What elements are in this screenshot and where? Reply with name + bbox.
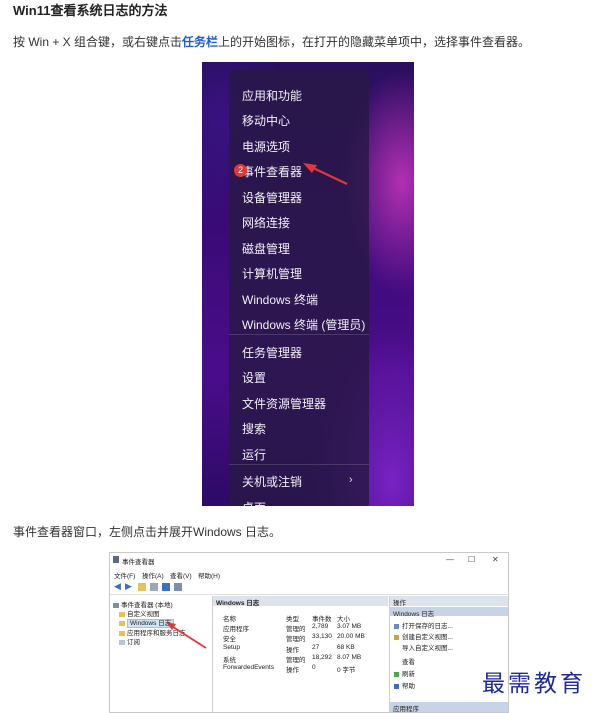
cell-name: 应用程序: [223, 626, 249, 633]
cell-size: 3.07 MB: [337, 623, 362, 630]
menu-view[interactable]: 查看(V): [170, 570, 192, 580]
pane-header: Windows 日志: [213, 596, 388, 607]
minimize-icon[interactable]: —: [446, 555, 454, 564]
navigation-tree: 事件查看器 (本地) 自定义视图 Windows 日志 应用程序和服务日志 订阅: [110, 596, 213, 712]
toolbar: ◀ ▶: [110, 580, 508, 595]
view-icon[interactable]: [174, 583, 182, 591]
cell-type: 管理的: [286, 657, 306, 664]
cell-size: 20.00 MB: [337, 633, 365, 640]
cell-count: 18,292: [312, 654, 332, 661]
instruction-paragraph-1: 按 Win + X 组合键，或右键点击任务栏上的开始图标，在打开的隐藏菜单项中，…: [13, 33, 530, 50]
cell-type: 管理的: [286, 636, 306, 643]
window-titlebar: 事件查看器 — ☐ ✕: [110, 553, 508, 567]
column-header-name[interactable]: 名称: [223, 613, 236, 623]
red-arrow-annotation: [303, 163, 348, 185]
action-label: 查看: [402, 659, 415, 666]
open-icon: [394, 623, 399, 629]
cell-size: 0 字节: [337, 667, 356, 674]
menu-bar: 文件(F) 操作(A) 查看(V) 帮助(H): [110, 568, 508, 580]
column-header-size[interactable]: 大小: [337, 613, 350, 623]
maximize-icon[interactable]: ☐: [468, 555, 475, 564]
cell-size: 68 KB: [337, 644, 355, 651]
window-title: 事件查看器: [122, 559, 155, 566]
cell-name: Setup: [223, 644, 240, 651]
winx-menu-screenshot: 应用和功能 移动中心 电源选项 2 事件查看器 设备管理器 网络连接 磁盘管理 …: [202, 62, 414, 506]
app-icon: [113, 556, 119, 563]
blank-icon: [394, 645, 399, 651]
action-refresh[interactable]: 刷新: [394, 668, 415, 678]
close-icon[interactable]: ✕: [492, 555, 499, 564]
help-icon: [394, 683, 399, 689]
action-label: 打开保存的日志...: [402, 623, 453, 630]
action-help[interactable]: 帮助: [394, 680, 415, 690]
cell-count: 2,789: [312, 623, 329, 630]
cell-size: 8.07 MB: [337, 654, 362, 661]
menu-file[interactable]: 文件(F): [114, 570, 135, 580]
watermark-logo: 最需教育: [482, 671, 586, 697]
cell-count: 33,130: [312, 633, 332, 640]
actions-title: 操作: [393, 600, 406, 607]
actions-subtitle: Windows 日志: [393, 611, 435, 618]
back-icon[interactable]: ◀: [114, 581, 122, 591]
taskbar-link[interactable]: 任务栏: [182, 35, 218, 49]
p1-text-before: 按 Win + X 组合键，或右键点击: [13, 35, 183, 49]
menu-help[interactable]: 帮助(H): [198, 570, 220, 580]
properties-icon[interactable]: [150, 583, 158, 591]
arrow-line: [308, 165, 348, 185]
action-view[interactable]: 查看: [394, 656, 415, 666]
instruction-paragraph-2: 事件查看器窗口，左侧点击并展开Windows 日志。: [13, 525, 282, 539]
actions-footer-label: 应用程序: [393, 706, 419, 713]
arrow-head: [303, 163, 317, 173]
help-icon[interactable]: [162, 583, 170, 591]
action-label: 刷新: [402, 671, 415, 678]
filter-icon: [394, 634, 399, 640]
cell-name: 系统: [223, 657, 236, 664]
forward-icon[interactable]: ▶: [125, 581, 133, 591]
cell-type: 管理的: [286, 626, 306, 633]
cell-name: ForwardedEvents: [223, 664, 274, 671]
column-header-count[interactable]: 事件数: [312, 613, 332, 623]
actions-subheader[interactable]: Windows 日志: [390, 607, 508, 618]
p1-text-after: 上的开始图标，在打开的隐藏菜单项中，选择事件查看器。: [218, 35, 531, 49]
cell-type: 操作: [286, 647, 299, 654]
cell-type: 操作: [286, 667, 299, 674]
pane-title: Windows 日志: [216, 600, 260, 607]
action-create-custom-view[interactable]: 创建自定义视图...: [394, 631, 453, 641]
cell-count: 0: [312, 664, 316, 671]
red-arrow-annotation: [166, 622, 207, 649]
event-viewer-screenshot: 事件查看器 — ☐ ✕ 文件(F) 操作(A) 查看(V) 帮助(H) ◀ ▶ …: [109, 552, 509, 713]
article-title: Win11查看系统日志的方法: [13, 3, 168, 18]
cell-name: 安全: [223, 636, 236, 643]
logs-list-pane: Windows 日志 名称 类型 事件数 大小 应用程序 管理的 2,789 3…: [213, 596, 388, 712]
refresh-icon: [394, 671, 399, 677]
folder-icon[interactable]: [138, 583, 146, 591]
action-label: 导入自定义视图...: [402, 645, 453, 652]
action-import-custom-view[interactable]: 导入自定义视图...: [394, 642, 453, 652]
action-label: 帮助: [402, 683, 415, 690]
arrow-line: [169, 624, 207, 649]
actions-header: 操作: [390, 596, 508, 607]
column-header-type[interactable]: 类型: [286, 613, 299, 623]
action-open-saved-log[interactable]: 打开保存的日志...: [394, 620, 453, 630]
cell-count: 27: [312, 644, 320, 651]
action-label: 创建自定义视图...: [402, 634, 453, 641]
blank-icon: [394, 659, 399, 665]
menu-action[interactable]: 操作(A): [142, 570, 164, 580]
